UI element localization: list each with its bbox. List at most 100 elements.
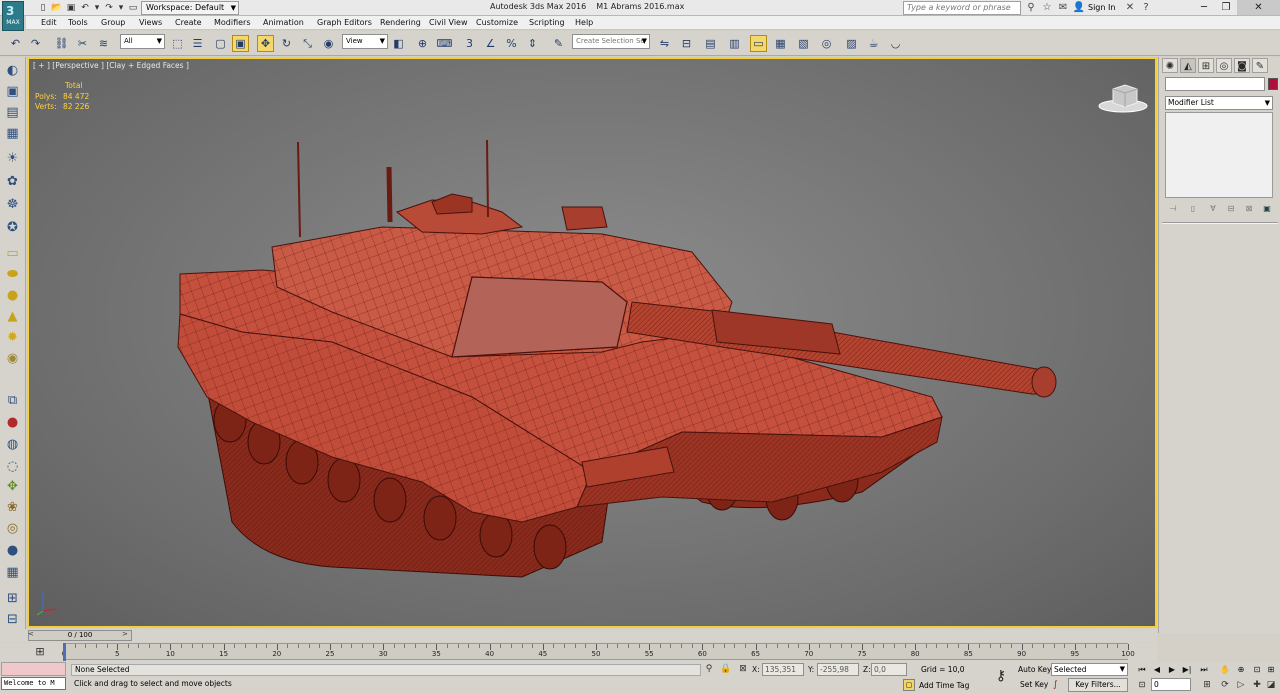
user-icon[interactable]: 👤	[1072, 1, 1086, 15]
display-all-icon[interactable]: ◉	[3, 349, 22, 368]
undo-icon[interactable]: ↶	[79, 2, 91, 14]
field-of-view-icon[interactable]: ▷	[1234, 679, 1248, 691]
key-mode-dropdown[interactable]: Selected ▼	[1051, 663, 1128, 676]
pin-stack-icon[interactable]: ⊣	[1167, 203, 1179, 215]
set-key-icon[interactable]: ⚷	[990, 668, 1012, 684]
select-and-scale-icon[interactable]: ⤡	[299, 35, 316, 52]
communication-center-icon[interactable]: ✉	[1056, 1, 1070, 15]
zoom-extents-icon[interactable]: ⊡	[1250, 664, 1264, 676]
link-icon[interactable]: ⛓	[53, 35, 70, 52]
material-editor-icon[interactable]: ▧	[795, 35, 812, 52]
scene-explorer-icon[interactable]: ◐	[3, 61, 22, 80]
subscription-icon[interactable]: ☆	[1040, 1, 1054, 15]
explorer-filter-icon[interactable]: ⧉	[3, 391, 22, 410]
select-object-icon[interactable]: ⬚	[169, 35, 186, 52]
named-selection-set-dropdown[interactable]: Create Selection Se ▼	[572, 34, 650, 49]
tab-hierarchy[interactable]: ⊞	[1198, 58, 1214, 73]
manage-layers-icon[interactable]: ⊟	[3, 610, 22, 629]
redo-icon[interactable]: ↷	[103, 2, 115, 14]
next-frame-icon[interactable]: ▶|	[1180, 664, 1194, 676]
exchange-icon[interactable]: ✕	[1123, 1, 1137, 15]
z-coord-field[interactable]: 0,0	[871, 663, 907, 676]
maxscript-mini-listener[interactable]: Welcome to M	[1, 677, 66, 690]
set-key-button[interactable]: Set Key	[1020, 680, 1048, 689]
scene-globe-icon[interactable]: ◍	[3, 435, 22, 454]
previous-frame-icon[interactable]: ◀	[1150, 664, 1164, 676]
window-crossing-icon[interactable]: ▣	[232, 35, 249, 52]
project-folder-icon[interactable]: ▭	[127, 2, 139, 14]
playhead[interactable]	[63, 643, 66, 661]
grid-icon[interactable]: ▦	[3, 563, 22, 582]
menu-item-edit[interactable]: Edit	[41, 17, 57, 29]
time-slider[interactable]: 0 / 100 < >	[0, 629, 1157, 642]
reference-coordinate-dropdown[interactable]: View ▼	[342, 34, 388, 49]
absolute-mode-icon[interactable]: ⊠	[737, 663, 749, 676]
layer-explorer-icon[interactable]: ▣	[3, 82, 22, 101]
redo-dropdown-icon[interactable]: ▾	[115, 2, 127, 14]
viewcube-icon[interactable]	[1097, 79, 1149, 115]
zoom-extents-all-icon[interactable]: ⊞	[1264, 664, 1278, 676]
menu-item-rendering[interactable]: Rendering	[380, 17, 421, 29]
mirror-icon[interactable]: ⇋	[656, 35, 673, 52]
rendered-frame-window-icon[interactable]: ▨	[843, 35, 860, 52]
menu-item-views[interactable]: Views	[139, 17, 162, 29]
menu-item-scripting[interactable]: Scripting	[529, 17, 565, 29]
sphere-icon[interactable]: ●	[3, 541, 22, 560]
workspace-dropdown[interactable]: Workspace: Default ▼	[141, 1, 239, 15]
display-particles-icon[interactable]: ▲	[3, 307, 22, 326]
menu-item-civil-view[interactable]: Civil View	[429, 17, 468, 29]
bind-space-warp-icon[interactable]: ≋	[95, 35, 112, 52]
local-scene-icon[interactable]: ⊞	[3, 589, 22, 608]
spinner-snap-icon[interactable]: ⇕	[524, 35, 541, 52]
pivot-center-icon[interactable]: ◧	[390, 35, 407, 52]
layer-manager-icon[interactable]: ▤	[702, 35, 719, 52]
maximize-button[interactable]: ❐	[1215, 0, 1237, 15]
select-and-move-icon[interactable]: ✥	[257, 35, 274, 52]
current-frame-field[interactable]: 0	[1151, 678, 1191, 691]
align-icon[interactable]: ⊟	[678, 35, 695, 52]
zoom-all-icon[interactable]: ⊕	[1234, 664, 1248, 676]
search-input[interactable]: Type a keyword or phrase	[903, 1, 1021, 15]
edit-named-selection-icon[interactable]: ✎	[550, 35, 567, 52]
tab-display[interactable]: ◙	[1234, 58, 1250, 73]
select-and-rotate-icon[interactable]: ↻	[278, 35, 295, 52]
menu-item-modifiers[interactable]: Modifiers	[214, 17, 251, 29]
tab-utilities[interactable]: ✎	[1252, 58, 1268, 73]
menu-item-graph-editors[interactable]: Graph Editors	[317, 17, 372, 29]
auto-key-button[interactable]: Auto Key	[1018, 665, 1051, 674]
display-helpers-icon[interactable]: ⬬	[3, 265, 22, 284]
unlink-icon[interactable]: ✂	[74, 35, 91, 52]
object-color-swatch[interactable]	[1268, 78, 1278, 90]
select-by-name-icon[interactable]: ☰	[189, 35, 206, 52]
spiral-icon[interactable]: ◎	[3, 519, 22, 538]
track-bar-ruler[interactable]: 0510152025303540455055606570758085909510…	[62, 643, 1135, 660]
tab-motion[interactable]: ◎	[1216, 58, 1232, 73]
menu-item-customize[interactable]: Customize	[476, 17, 518, 29]
add-time-tag-button[interactable]: Add Time Tag	[919, 681, 969, 690]
key-filters-button[interactable]: Key Filters...	[1068, 678, 1128, 692]
sign-in-link[interactable]: Sign In	[1088, 3, 1115, 12]
render-production-icon[interactable]: ☕	[865, 35, 882, 52]
tank-model[interactable]	[29, 59, 1155, 626]
snaps-toggle-icon[interactable]: 3	[461, 35, 478, 52]
render-iterative-icon[interactable]: ◡	[887, 35, 904, 52]
modifier-sets-icon[interactable]: ▣	[1261, 203, 1273, 215]
angle-snap-icon[interactable]: ∠	[482, 35, 499, 52]
redo-icon[interactable]: ↷	[27, 35, 44, 52]
walk-through-icon[interactable]: ✚	[1250, 679, 1264, 691]
display-geometry-icon[interactable]: ✿	[3, 172, 22, 191]
help-icon[interactable]: ?	[1139, 1, 1153, 15]
go-to-start-icon[interactable]: ⏮	[1135, 664, 1149, 676]
modifier-list-dropdown[interactable]: Modifier List ▼	[1165, 96, 1273, 110]
menu-item-group[interactable]: Group	[101, 17, 125, 29]
time-config-icon[interactable]: ⊞	[1200, 679, 1214, 691]
hair-icon[interactable]: ❀	[3, 498, 22, 517]
keyboard-shortcut-override-icon[interactable]: ⌨	[436, 35, 453, 52]
display-lights-icon[interactable]: ✪	[3, 218, 22, 237]
play-icon[interactable]: ▶	[1165, 664, 1179, 676]
menu-item-create[interactable]: Create	[175, 17, 202, 29]
time-slider-thumb[interactable]: 0 / 100	[28, 630, 132, 641]
schematic-view-icon[interactable]: ▦	[772, 35, 789, 52]
material-filter-icon[interactable]: ●	[3, 413, 22, 432]
tab-create[interactable]: ✺	[1162, 58, 1178, 73]
